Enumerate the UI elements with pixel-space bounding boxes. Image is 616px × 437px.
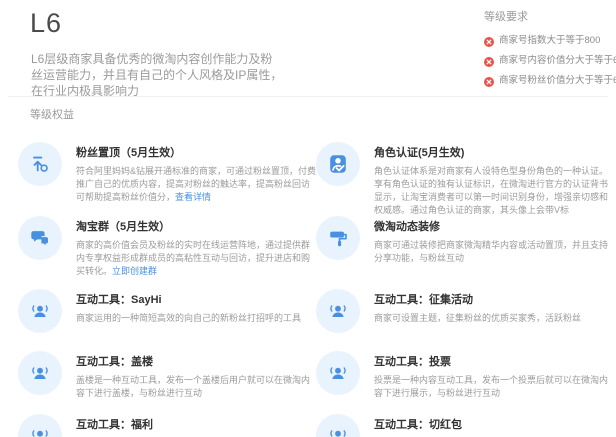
paint-roller-icon [316,216,360,260]
benefit-card: 粉丝置顶（5月生效） 符合阿里妈妈&钻展开通标准的商家，可通过粉丝置顶，付费推广自… [18,142,316,216]
header-divider [8,96,608,97]
benefit-title: 微淘动态装修 [374,218,614,234]
benefit-card-body: 角色认证(5月生效) 角色认证体系是对商家有人设特色型身份角色的一种认证。享有角色… [374,142,614,217]
benefit-description: 符合阿里妈妈&钻展开通标准的商家，可通过粉丝置顶，付费推广自己的优质内容，提高对… [76,165,316,204]
badge-verified-icon [316,142,360,186]
benefit-title: 角色认证(5月生效) [374,144,614,160]
benefit-title: 互动工具：投票 [374,353,614,369]
level-requirements-panel: 等级要求 商家号指数大于等于800 商家号内容价值分大于等于600 商家号粉丝价值分… [484,8,612,92]
benefit-title: 互动工具：切红包 [374,416,614,432]
benefits-grid: 粉丝置顶（5月生效） 符合阿里妈妈&钻展开通标准的商家，可通过粉丝置顶，付费推广自… [18,142,616,437]
benefit-description: 盖楼是一种互动工具，发布一个盖楼后用户就可以在微淘内容下进行盖楼，与粉丝进行互动 [76,374,316,400]
speaker-person-icon [18,414,62,437]
speaker-person-icon [316,289,360,333]
page-header: L6 L6层级商家具备优秀的微淘内容创作能力及粉丝运营能力，并且有自己的个人风格… [0,0,616,97]
requirement-item: 商家号指数大于等于800 [484,32,612,46]
benefit-title: 互动工具：盖楼 [76,353,316,369]
requirement-text: 商家号内容价值分大于等于600 [499,52,616,66]
benefit-description: 商家的高价值会员及粉丝的实时在线运营阵地，通过提供群内专享权益形成群成员的高粘性… [76,239,316,278]
requirements-title: 等级要求 [484,8,612,24]
benefit-description: 商家可设置主题，征集粉丝的优质买家秀，活跃粉丝 [374,312,614,325]
level-benefits-page: L6 L6层级商家具备优秀的微淘内容创作能力及粉丝运营能力，并且有自己的个人风格… [0,0,616,437]
benefit-card-body: 互动工具：SayHi 商家运用的一种简短高效的向自己的新粉丝打招呼的工具 [76,289,316,325]
requirements-list: 商家号指数大于等于800 商家号内容价值分大于等于600 商家号粉丝价值分大于等于6… [484,32,612,86]
benefit-card-body: 互动工具：盖楼盖楼是一种互动工具，发布一个盖楼后用户就可以在微淘内容下进行盖楼，… [76,351,316,400]
level-description: L6层级商家具备优秀的微淘内容创作能力及粉丝运营能力，并且有自己的个人风格及IP… [31,51,283,99]
benefit-card: 互动工具：盖楼盖楼是一种互动工具，发布一个盖楼后用户就可以在微淘内容下进行盖楼，… [18,351,316,414]
benefit-title: 粉丝置顶（5月生效） [76,144,316,160]
benefit-card: 互动工具：投票投票是一种内容互动工具，发布一个投票后就可以在微淘内容下进行展示，… [316,351,614,414]
level-title: L6 [30,8,62,39]
chat-group-icon [18,216,62,260]
benefit-description: 商家运用的一种简短高效的向自己的新粉丝打招呼的工具 [76,312,316,325]
benefit-link[interactable]: 立即创建群 [112,266,157,276]
benefit-card-body: 微淘动态装修商家可通过装修把商家微淘精华内容或活动置顶，并且支持分享功能，与粉丝… [374,216,614,265]
requirement-text: 商家号粉丝价值分大于等于600 [499,72,616,86]
requirement-item: 商家号粉丝价值分大于等于600 [484,72,612,86]
benefit-card: 微淘动态装修商家可通过装修把商家微淘精华内容或活动置顶，并且支持分享功能，与粉丝… [316,216,614,289]
benefit-link[interactable]: 查看详情 [175,192,211,202]
benefit-card: 淘宝群（5月生效） 商家的高价值会员及粉丝的实时在线运营阵地，通过提供群内专享权益… [18,216,316,289]
benefit-card: 互动工具：福利 [18,414,316,437]
speaker-person-icon [18,351,62,395]
cross-circle-icon [484,74,494,84]
speaker-person-icon [316,414,360,437]
benefit-card: 互动工具：切红包 [316,414,614,437]
cross-circle-icon [484,54,494,64]
benefit-card-body: 互动工具：投票投票是一种内容互动工具，发布一个投票后就可以在微淘内容下进行展示，… [374,351,614,400]
benefit-card-body: 粉丝置顶（5月生效） 符合阿里妈妈&钻展开通标准的商家，可通过粉丝置顶，付费推广自… [76,142,316,204]
speaker-person-icon [18,289,62,333]
benefit-card: 互动工具：征集活动商家可设置主题，征集粉丝的优质买家秀，活跃粉丝 [316,289,614,351]
benefits-section-title: 等级权益 [30,106,616,122]
benefit-card: 角色认证(5月生效) 角色认证体系是对商家有人设特色型身份角色的一种认证。享有角色… [316,142,614,216]
cross-circle-icon [484,34,494,44]
benefit-title: 互动工具：征集活动 [374,291,614,307]
benefit-title: 淘宝群（5月生效） [76,218,316,234]
benefit-card-body: 互动工具：福利 [76,414,316,437]
pin-top-icon [18,142,62,186]
speaker-person-icon [316,351,360,395]
benefit-card-body: 互动工具：征集活动商家可设置主题，征集粉丝的优质买家秀，活跃粉丝 [374,289,614,325]
benefit-description: 角色认证体系是对商家有人设特色型身份角色的一种认证。享有角色认证的独有认证标识，… [374,165,614,217]
benefit-title: 互动工具：福利 [76,416,316,432]
benefit-card: 互动工具：SayHi 商家运用的一种简短高效的向自己的新粉丝打招呼的工具 [18,289,316,351]
benefit-card-body: 互动工具：切红包 [374,414,614,437]
benefit-description: 投票是一种内容互动工具，发布一个投票后就可以在微淘内容下进行展示，与粉丝进行互动 [374,374,614,400]
benefit-description: 商家可通过装修把商家微淘精华内容或活动置顶，并且支持分享功能，与粉丝互动 [374,239,614,265]
benefit-card-body: 淘宝群（5月生效） 商家的高价值会员及粉丝的实时在线运营阵地，通过提供群内专享权益… [76,216,316,278]
benefit-title: 互动工具：SayHi [76,291,316,307]
requirement-text: 商家号指数大于等于800 [499,32,600,46]
requirement-item: 商家号内容价值分大于等于600 [484,52,612,66]
